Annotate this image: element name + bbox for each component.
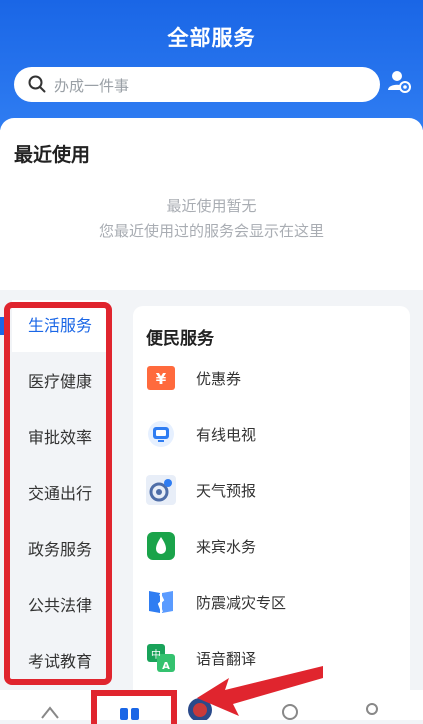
svg-text:中: 中	[151, 648, 161, 661]
service-label: 来宾水务	[196, 538, 257, 556]
panel-title: 便民服务	[146, 329, 214, 349]
service-item-weather[interactable]: 天气预报	[145, 474, 395, 510]
recent-title: 最近使用	[14, 144, 91, 166]
tv-icon	[148, 421, 174, 447]
service-panel: 便民服务 ¥ 优惠券 有线电视 天气预报 来宾水务 防震减灾专区 中 A 语音翻…	[133, 306, 410, 706]
service-item-cable-tv[interactable]: 有线电视	[145, 418, 395, 454]
service-item-earthquake[interactable]: 防震减灾专区	[145, 586, 395, 622]
user-settings-icon[interactable]	[386, 68, 412, 94]
search-icon	[28, 75, 46, 93]
water-icon	[147, 532, 175, 560]
svg-text:¥: ¥	[156, 370, 167, 388]
weather-icon	[146, 475, 176, 505]
service-label: 有线电视	[196, 426, 257, 444]
earthquake-icon	[149, 591, 173, 613]
service-item-water[interactable]: 来宾水务	[145, 530, 395, 566]
recent-empty-title: 最近使用暂无	[166, 197, 257, 215]
home-icon[interactable]	[40, 704, 60, 720]
page-title: 全部服务	[167, 26, 256, 50]
recent-empty-hint: 您最近使用过的服务会显示在这里	[98, 222, 324, 240]
search-placeholder: 办成一件事	[54, 77, 130, 95]
search-input[interactable]: 办成一件事	[14, 67, 380, 102]
svg-text:A: A	[162, 661, 170, 672]
recent-section: 最近使用 最近使用暂无 您最近使用过的服务会显示在这里	[0, 118, 423, 290]
bottom-highlight-box	[91, 690, 177, 724]
service-label: 优惠券	[196, 370, 242, 388]
coupon-icon: ¥	[147, 366, 175, 390]
pointer-arrow-icon	[197, 666, 323, 716]
sidebar-highlight-box	[4, 302, 112, 685]
service-item-coupon[interactable]: ¥ 优惠券	[145, 362, 395, 398]
translate-icon: 中 A	[147, 644, 175, 672]
header-bar: 全部服务 办成一件事	[0, 0, 423, 130]
service-label: 防震减灾专区	[196, 594, 287, 612]
profile-icon[interactable]	[362, 702, 382, 720]
service-label: 天气预报	[196, 482, 257, 500]
